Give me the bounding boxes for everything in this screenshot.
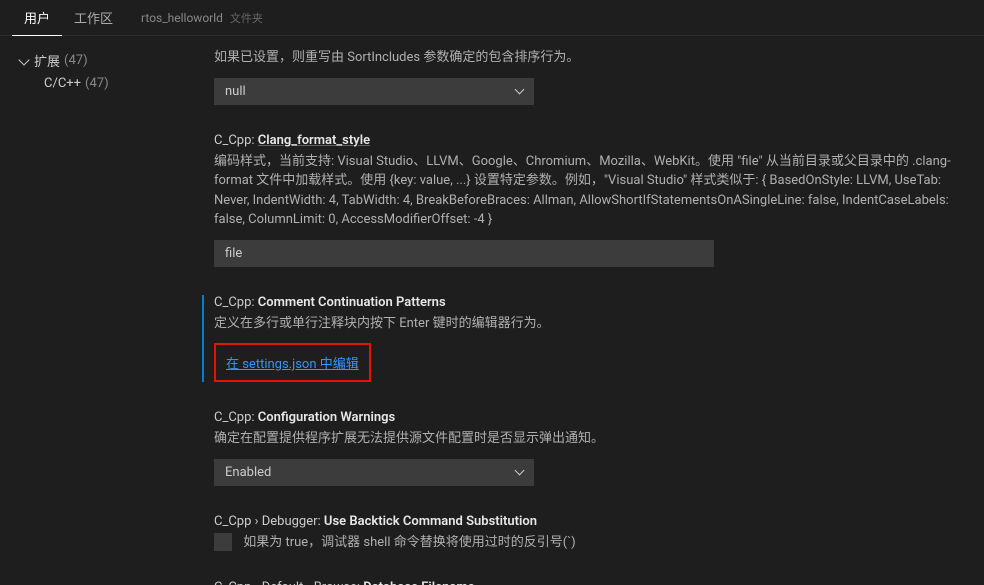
setting-checkbox-row: 如果为 true，调试器 shell 命令替换将使用过时的反引号(`): [214, 533, 960, 553]
highlight-box: 在 settings.json 中编辑: [214, 343, 371, 382]
setting-prefix: C_Cpp › Debugger:: [214, 514, 324, 529]
sidebar-item-count: (47): [64, 53, 88, 68]
setting-desc: 定义在多行或单行注释块内按下 Enter 键时的编辑器行为。: [214, 314, 960, 334]
tabs-bar: 用户 工作区 rtos_helloworld 文件夹: [0, 0, 984, 36]
setting-backtick: C_Cpp › Debugger: Use Backtick Command S…: [202, 514, 960, 553]
tab-workspace[interactable]: 工作区: [62, 0, 125, 35]
setting-title: C_Cpp: Clang_format_style: [214, 133, 960, 148]
setting-clang-format-style: C_Cpp: Clang_format_style 编码样式，当前支持: Vis…: [202, 133, 960, 267]
sort-includes-select[interactable]: null: [214, 78, 534, 105]
setting-name: Database Filename: [363, 580, 474, 585]
setting-title: C_Cpp › Debugger: Use Backtick Command S…: [214, 514, 960, 529]
setting-prefix: C_Cpp:: [214, 133, 258, 148]
chevron-down-icon: [515, 85, 525, 95]
setting-desc: 编码样式，当前支持: Visual Studio、LLVM、Google、Chr…: [214, 152, 960, 230]
select-value: Enabled: [225, 465, 271, 480]
tab-user[interactable]: 用户: [12, 0, 62, 36]
setting-title: C_Cpp: Comment Continuation Patterns: [214, 295, 960, 310]
breadcrumb-suffix: 文件夹: [230, 12, 263, 25]
setting-prefix: C_Cpp › Default › Browse:: [214, 580, 363, 585]
setting-name: Clang_format_style: [258, 133, 370, 148]
setting-desc: 如果已设置，则重写由 SortIncludes 参数确定的包含排序行为。: [214, 48, 960, 68]
sidebar-item-ccpp[interactable]: C/C++ (47): [0, 73, 190, 94]
setting-comment-continuation: C_Cpp: Comment Continuation Patterns 定义在…: [202, 295, 960, 383]
setting-desc: 如果为 true，调试器 shell 命令替换将使用过时的反引号(`): [243, 535, 575, 550]
sidebar-item-extensions[interactable]: 扩展 (47): [0, 48, 190, 73]
setting-title: C_Cpp: Configuration Warnings: [214, 410, 960, 425]
select-value: null: [225, 84, 246, 99]
chevron-down-icon: [515, 466, 525, 476]
sidebar: 扩展 (47) C/C++ (47): [0, 36, 190, 585]
input-value: file: [225, 246, 242, 261]
setting-prefix: C_Cpp:: [214, 295, 258, 310]
setting-desc: 确定在配置提供程序扩展无法提供源文件配置时是否显示弹出通知。: [214, 429, 960, 449]
breadcrumb-text: rtos_helloworld: [141, 11, 223, 25]
setting-config-warnings: C_Cpp: Configuration Warnings 确定在配置提供程序扩…: [202, 410, 960, 486]
backtick-checkbox[interactable]: [214, 533, 232, 551]
chevron-down-icon: [18, 54, 29, 65]
sidebar-item-count: (47): [85, 76, 109, 91]
config-warnings-select[interactable]: Enabled: [214, 459, 534, 486]
sidebar-item-label: 扩展: [34, 51, 60, 70]
main: 扩展 (47) C/C++ (47) 如果已设置，则重写由 SortInclud…: [0, 36, 984, 585]
setting-db-filename: C_Cpp › Default › Browse: Database Filen…: [202, 580, 960, 585]
sidebar-item-label: C/C++: [44, 76, 81, 91]
setting-name: Configuration Warnings: [258, 410, 395, 425]
breadcrumb: rtos_helloworld 文件夹: [141, 10, 263, 26]
setting-name: Use Backtick Command Substitution: [324, 514, 537, 529]
setting-name: Comment Continuation Patterns: [258, 295, 446, 310]
edit-in-settings-link[interactable]: 在 settings.json 中编辑: [226, 357, 359, 372]
setting-title: C_Cpp › Default › Browse: Database Filen…: [214, 580, 960, 585]
settings-content: 如果已设置，则重写由 SortIncludes 参数确定的包含排序行为。 nul…: [190, 36, 984, 585]
setting-prefix: C_Cpp:: [214, 410, 258, 425]
setting-sort-includes: 如果已设置，则重写由 SortIncludes 参数确定的包含排序行为。 nul…: [202, 48, 960, 105]
clang-format-style-input[interactable]: file: [214, 240, 714, 267]
